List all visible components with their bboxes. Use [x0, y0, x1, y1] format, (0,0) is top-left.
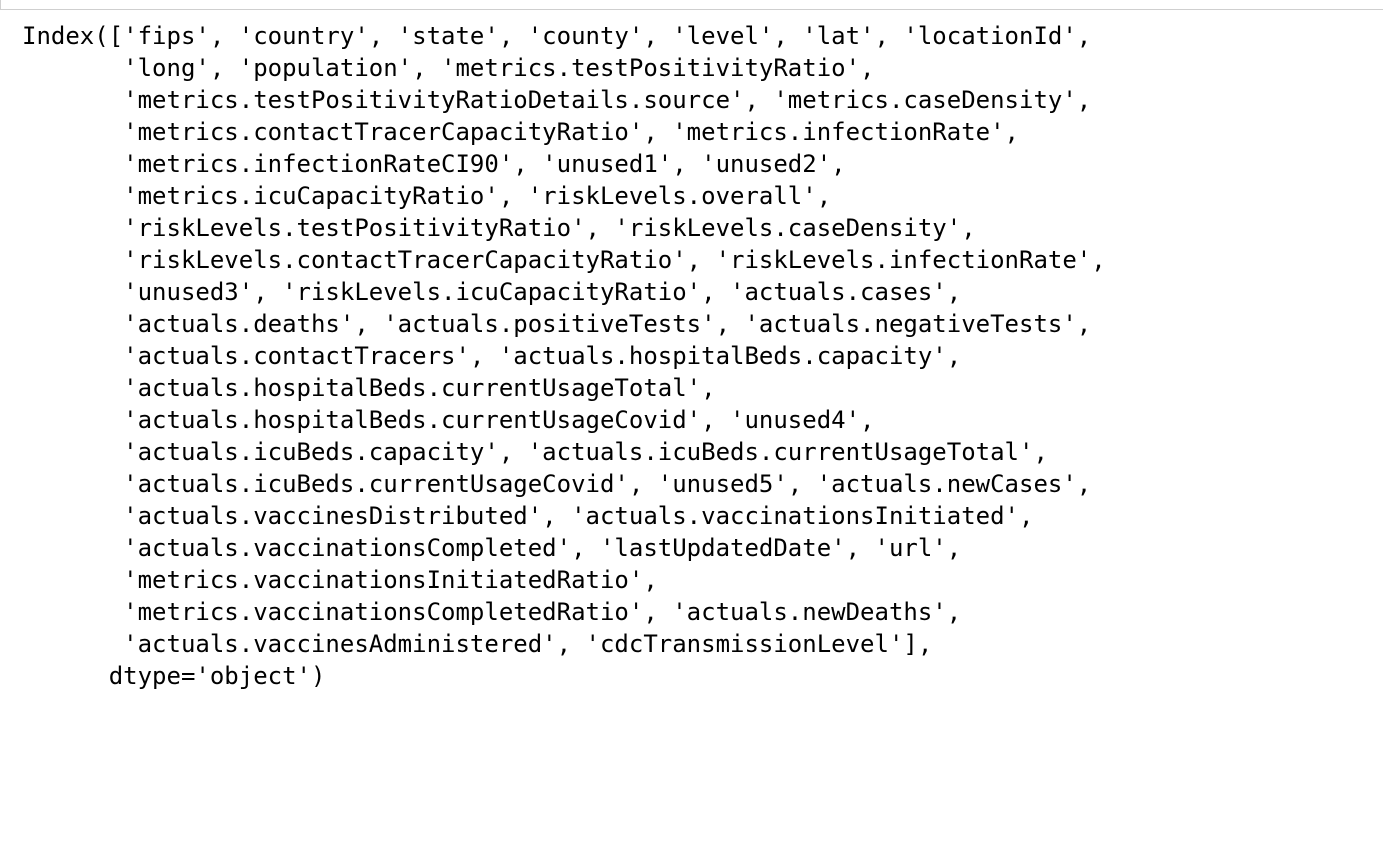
output-line: 'metrics.contactTracerCapacityRatio', 'm…: [22, 118, 1019, 146]
output-line: 'actuals.hospitalBeds.currentUsageTotal'…: [22, 374, 716, 402]
output-line: 'metrics.testPositivityRatioDetails.sour…: [22, 86, 1092, 114]
cell-border: [0, 0, 1383, 10]
output-text: Index(['fips', 'country', 'state', 'coun…: [22, 20, 1106, 788]
output-line: 'metrics.icuCapacityRatio', 'riskLevels.…: [22, 182, 832, 210]
output-line: 'metrics.vaccinationsCompletedRatio', 'a…: [22, 598, 962, 626]
output-line: 'unused3', 'riskLevels.icuCapacityRatio'…: [22, 278, 962, 306]
output-line: Index(['fips', 'country', 'state', 'coun…: [22, 22, 1092, 50]
output-line: 'actuals.icuBeds.capacity', 'actuals.icu…: [22, 438, 1048, 466]
output-line: 'actuals.deaths', 'actuals.positiveTests…: [22, 310, 1092, 338]
output-line: 'actuals.contactTracers', 'actuals.hospi…: [22, 342, 962, 370]
output-line: 'actuals.vaccinesAdministered', 'cdcTran…: [22, 630, 933, 658]
output-line: 'riskLevels.contactTracerCapacityRatio',…: [22, 246, 1106, 274]
output-line: 'actuals.hospitalBeds.currentUsageCovid'…: [22, 406, 875, 434]
notebook-output-area: Index(['fips', 'country', 'state', 'coun…: [0, 0, 1383, 846]
output-line: 'riskLevels.testPositivityRatio', 'riskL…: [22, 214, 976, 242]
output-line: 'actuals.icuBeds.currentUsageCovid', 'un…: [22, 470, 1092, 498]
output-line: 'actuals.vaccinesDistributed', 'actuals.…: [22, 502, 1034, 530]
output-line: 'metrics.infectionRateCI90', 'unused1', …: [22, 150, 846, 178]
output-line: 'long', 'population', 'metrics.testPosit…: [22, 54, 875, 82]
output-line: 'actuals.vaccinationsCompleted', 'lastUp…: [22, 534, 962, 562]
output-line: 'metrics.vaccinationsInitiatedRatio',: [22, 566, 658, 594]
output-line: dtype='object'): [22, 662, 326, 690]
